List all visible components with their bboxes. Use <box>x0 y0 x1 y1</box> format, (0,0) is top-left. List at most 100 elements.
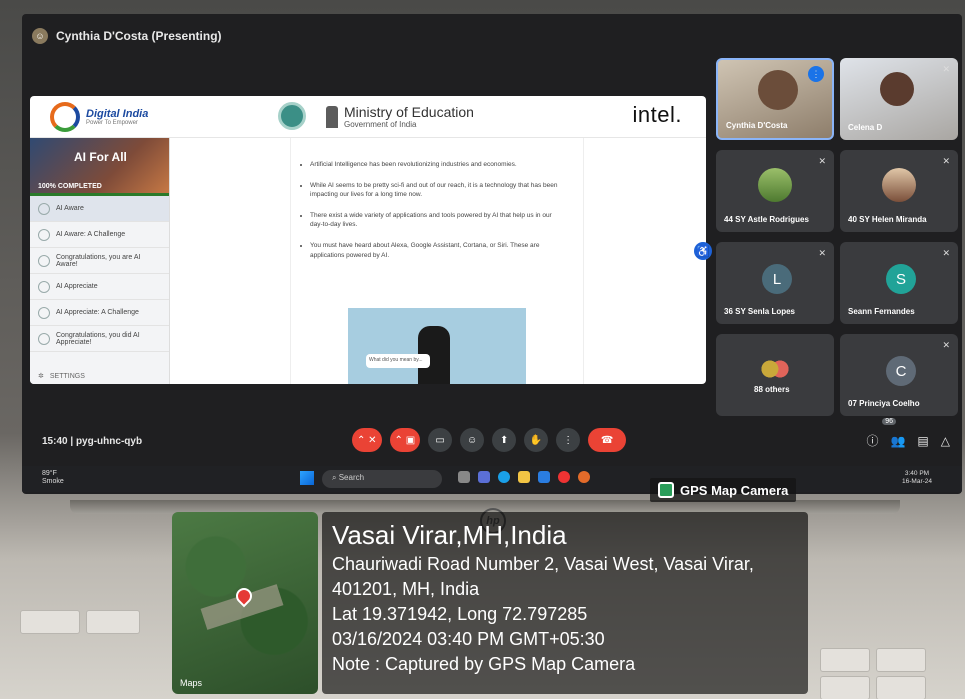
participant-video <box>880 72 914 106</box>
gps-app-tag: GPS Map Camera <box>650 478 797 502</box>
menu-status-icon <box>38 254 50 267</box>
menu-item[interactable]: AI Aware <box>30 196 169 222</box>
bullet-item: While AI seems to be pretty sci-fi and o… <box>310 181 560 199</box>
menu-item-label: AI Appreciate: A Challenge <box>56 309 139 316</box>
key <box>86 610 140 634</box>
info-icon[interactable]: ⓘ <box>866 432 878 449</box>
location-map: Maps <box>172 512 318 694</box>
presenter-avatar: ☺ <box>32 28 48 44</box>
participant-tile[interactable]: ✕ 40 SY Helen Miranda <box>840 150 958 232</box>
speaker-bubble: What did you mean by... <box>366 354 430 368</box>
maps-attribution: Maps <box>180 678 202 688</box>
participant-name: 40 SY Helen Miranda <box>848 215 927 224</box>
search-label: Search <box>338 473 365 482</box>
presenter-label: Cynthia D'Costa (Presenting) <box>56 29 222 43</box>
laptop-screen: ☺ Cynthia D'Costa (Presenting) Digital I… <box>22 14 962 494</box>
slide-header: Digital India Power To Empower Ministry … <box>30 96 706 138</box>
government-subtitle: Government of India <box>344 120 417 129</box>
gps-camera-icon <box>658 482 674 498</box>
taskbar-clock[interactable]: 3:40 PM 16-Mar-24 <box>902 470 932 486</box>
mic-off-icon: ✕ <box>818 248 826 258</box>
menu-item[interactable]: AI Appreciate: A Challenge <box>30 300 169 326</box>
more-options-button[interactable]: ⋮ <box>556 428 581 452</box>
people-icon[interactable]: 👥 <box>890 434 905 448</box>
meeting-controls: 15:40 | pyg-uhnc-qyb ⌃ ✕ ⌃ ▣ ▭ ☺ ⬆ ✋ ⋮ ☎… <box>22 418 962 462</box>
activities-icon[interactable]: △ <box>941 434 950 448</box>
logo-text: Digital India <box>86 107 149 120</box>
participant-tile[interactable]: ⋮ Cynthia D'Costa <box>716 58 834 140</box>
digital-india-logo: Digital India Power To Empower <box>50 102 148 132</box>
present-button[interactable]: ⬆ <box>492 428 517 452</box>
opera-icon[interactable] <box>558 471 570 483</box>
speaking-icon: ⋮ <box>808 66 824 82</box>
meeting-code: pyg-uhnc-qyb <box>75 436 143 447</box>
people-count-badge: 96 <box>882 418 896 425</box>
control-buttons: ⌃ ✕ ⌃ ▣ ▭ ☺ ⬆ ✋ ⋮ ☎ <box>352 428 627 452</box>
weather-condition: Smoke <box>42 478 64 486</box>
participant-name: 36 SY Senla Lopes <box>724 307 795 316</box>
side-controls: ⓘ 👥 ▤ △ <box>866 432 950 449</box>
task-view-icon[interactable] <box>458 471 470 483</box>
participant-tile[interactable]: ✕ Celena D <box>840 58 958 140</box>
slide-content: Artificial Intelligence has been revolut… <box>170 138 706 384</box>
folder-icon[interactable] <box>518 471 530 483</box>
weather-temp: 89°F <box>42 470 57 477</box>
bullet-item: Artificial Intelligence has been revolut… <box>310 160 560 169</box>
mic-off-icon: ✕ <box>942 64 950 74</box>
chrome-icon[interactable] <box>578 471 590 483</box>
emoji-icon: ☺ <box>467 434 478 446</box>
more-icon: ⋮ <box>563 434 574 446</box>
participant-initial: C <box>886 356 916 386</box>
windows-start-icon[interactable] <box>300 471 314 485</box>
others-tile[interactable]: 88 others <box>716 334 834 416</box>
edge-icon[interactable] <box>498 471 510 483</box>
menu-item[interactable]: Congratulations, you are AI Aware! <box>30 248 169 274</box>
menu-item-label: AI Appreciate <box>56 283 98 290</box>
captions-button[interactable]: ▭ <box>428 428 453 452</box>
participant-avatar <box>882 168 916 202</box>
camera-toggle-button[interactable]: ⌃ ▣ <box>389 428 421 452</box>
others-avatars <box>758 352 792 386</box>
ministry-logo: Ministry of Education Government of Indi… <box>326 104 474 129</box>
participant-avatar <box>758 168 792 202</box>
presenter-bar: ☺ Cynthia D'Costa (Presenting) <box>32 24 222 48</box>
store-icon[interactable] <box>538 471 550 483</box>
reactions-button[interactable]: ☺ <box>460 428 485 452</box>
menu-item-label: Congratulations, you are AI Aware! <box>56 253 141 268</box>
menu-item-label: AI Aware <box>56 205 84 212</box>
end-call-button[interactable]: ☎ <box>588 428 627 452</box>
hand-icon: ✋ <box>529 434 543 446</box>
taskbar-search[interactable]: ⌕ Search <box>322 470 442 488</box>
shared-slide: Digital India Power To Empower Ministry … <box>30 96 706 384</box>
weather-widget[interactable]: 89°F Smoke <box>42 470 64 487</box>
participant-initial: L <box>762 264 792 294</box>
menu-status-icon <box>38 228 50 241</box>
smart-speaker-image: What did you mean by... <box>348 308 526 384</box>
accessibility-icon[interactable]: ♿ <box>694 242 712 260</box>
settings-label: SETTINGS <box>49 372 85 380</box>
chat-icon[interactable]: ▤ <box>917 434 928 448</box>
others-label: 88 others <box>754 385 790 394</box>
raise-hand-button[interactable]: ✋ <box>524 428 549 452</box>
logo-sub: Power To Empower <box>86 119 138 126</box>
course-title: AI For All <box>74 150 127 164</box>
settings-item[interactable]: ✲ SETTINGS <box>38 372 85 381</box>
menu-item[interactable]: AI Aware: A Challenge <box>30 222 169 248</box>
gear-icon: ✲ <box>38 373 44 380</box>
key <box>876 648 926 672</box>
clock-date: 16-Mar-24 <box>902 478 932 486</box>
participant-tile[interactable]: C ✕ 07 Princiya Coelho <box>840 334 958 416</box>
participant-name: Cynthia D'Costa <box>726 121 788 130</box>
participant-tile[interactable]: L ✕ 36 SY Senla Lopes <box>716 242 834 324</box>
participant-tile[interactable]: ✕ 44 SY Astle Rodrigues <box>716 150 834 232</box>
progress-label: 100% COMPLETED <box>38 183 102 190</box>
app-icon[interactable] <box>478 471 490 483</box>
participant-name: 07 Princiya Coelho <box>848 399 920 408</box>
menu-item[interactable]: Congratulations, you did AI Appreciate! <box>30 326 169 352</box>
key <box>20 610 80 634</box>
mic-toggle-button[interactable]: ⌃ ✕ <box>352 428 382 452</box>
gps-info-box: Vasai Virar,MH,India Chauriwadi Road Num… <box>322 512 808 694</box>
participant-tile[interactable]: S ✕ Seann Fernandes <box>840 242 958 324</box>
menu-item[interactable]: AI Appreciate <box>30 274 169 300</box>
intel-logo: intel. <box>632 102 682 127</box>
